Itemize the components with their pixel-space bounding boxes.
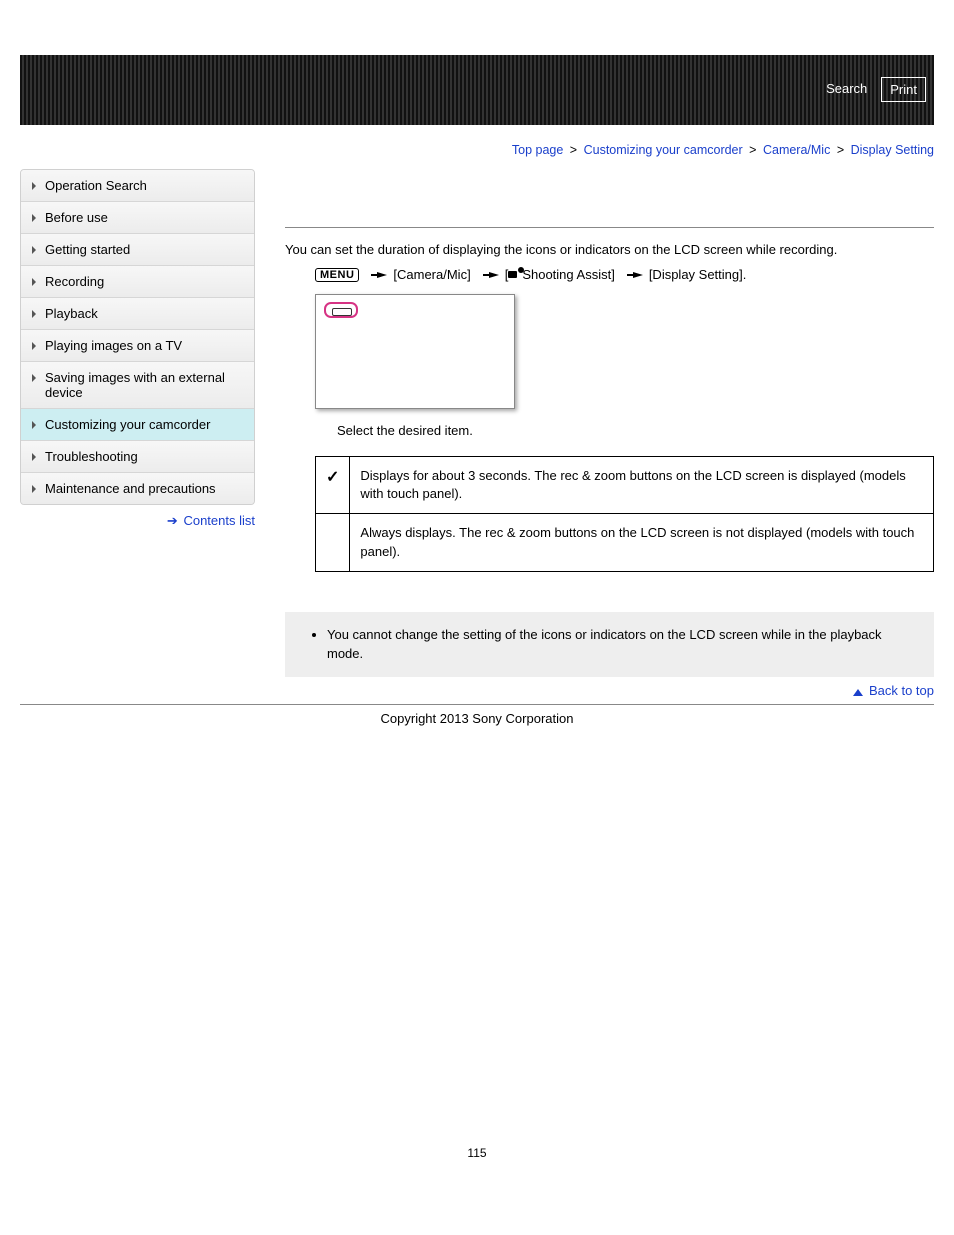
breadcrumb-subcategory[interactable]: Camera/Mic: [763, 143, 830, 157]
sidebar-item-saving-external[interactable]: Saving images with an external device: [21, 362, 254, 409]
table-row: Always displays. The rec & zoom buttons …: [316, 514, 934, 571]
arrow-icon: [489, 272, 499, 278]
page-number: 115: [20, 1146, 934, 1160]
breadcrumb: Top page > Customizing your camcorder > …: [20, 143, 934, 157]
menu-button-icon: MENU: [315, 268, 359, 282]
sidebar-item-playback[interactable]: Playback: [21, 298, 254, 330]
sidebar-item-playing-on-tv[interactable]: Playing images on a TV: [21, 330, 254, 362]
contents-list-link[interactable]: Contents list: [183, 513, 255, 528]
arrow-icon: [377, 272, 387, 278]
intro-text: You can set the duration of displaying t…: [285, 242, 934, 257]
step-instruction: Select the desired item.: [337, 423, 934, 438]
print-button[interactable]: Print: [881, 77, 926, 102]
sidebar-item-maintenance[interactable]: Maintenance and precautions: [21, 473, 254, 504]
path-segment-shooting-assist: [Shooting Assist]: [505, 267, 615, 282]
sidebar-item-getting-started[interactable]: Getting started: [21, 234, 254, 266]
arrow-right-icon: ➔: [167, 513, 178, 528]
sidebar-item-operation-search[interactable]: Operation Search: [21, 170, 254, 202]
options-table: ✓ Displays for about 3 seconds. The rec …: [315, 456, 934, 572]
camera-icon: [508, 269, 522, 279]
table-row: ✓ Displays for about 3 seconds. The rec …: [316, 457, 934, 514]
sidebar-nav: Operation Search Before use Getting star…: [20, 169, 255, 505]
arrow-icon: [633, 272, 643, 278]
path-segment-display-setting: [Display Setting].: [649, 267, 747, 282]
note-text: You cannot change the setting of the ico…: [327, 626, 918, 664]
option-empty-icon: [316, 514, 350, 571]
lcd-illustration: [315, 294, 515, 409]
breadcrumb-top[interactable]: Top page: [512, 143, 563, 157]
path-segment-camera-mic: [Camera/Mic]: [393, 267, 470, 282]
note-box: You cannot change the setting of the ico…: [285, 612, 934, 678]
option-text: Always displays. The rec & zoom buttons …: [350, 514, 934, 571]
copyright-text: Copyright 2013 Sony Corporation: [20, 711, 934, 726]
lcd-highlight-icon: [324, 302, 358, 318]
sidebar-item-customizing[interactable]: Customizing your camcorder: [21, 409, 254, 441]
breadcrumb-category[interactable]: Customizing your camcorder: [584, 143, 743, 157]
header-banner: Search Print: [20, 55, 934, 125]
sidebar-item-before-use[interactable]: Before use: [21, 202, 254, 234]
sidebar-item-troubleshooting[interactable]: Troubleshooting: [21, 441, 254, 473]
sidebar-item-recording[interactable]: Recording: [21, 266, 254, 298]
breadcrumb-leaf[interactable]: Display Setting: [851, 143, 934, 157]
search-button[interactable]: Search: [818, 77, 875, 102]
divider: [285, 227, 934, 228]
checkmark-icon: ✓: [316, 457, 350, 514]
footer-divider: [20, 704, 934, 705]
menu-path: MENU [Camera/Mic] [Shooting Assist] [Dis…: [315, 267, 934, 282]
triangle-up-icon: [853, 689, 863, 696]
option-text: Displays for about 3 seconds. The rec & …: [350, 457, 934, 514]
back-to-top-link[interactable]: Back to top: [869, 683, 934, 698]
